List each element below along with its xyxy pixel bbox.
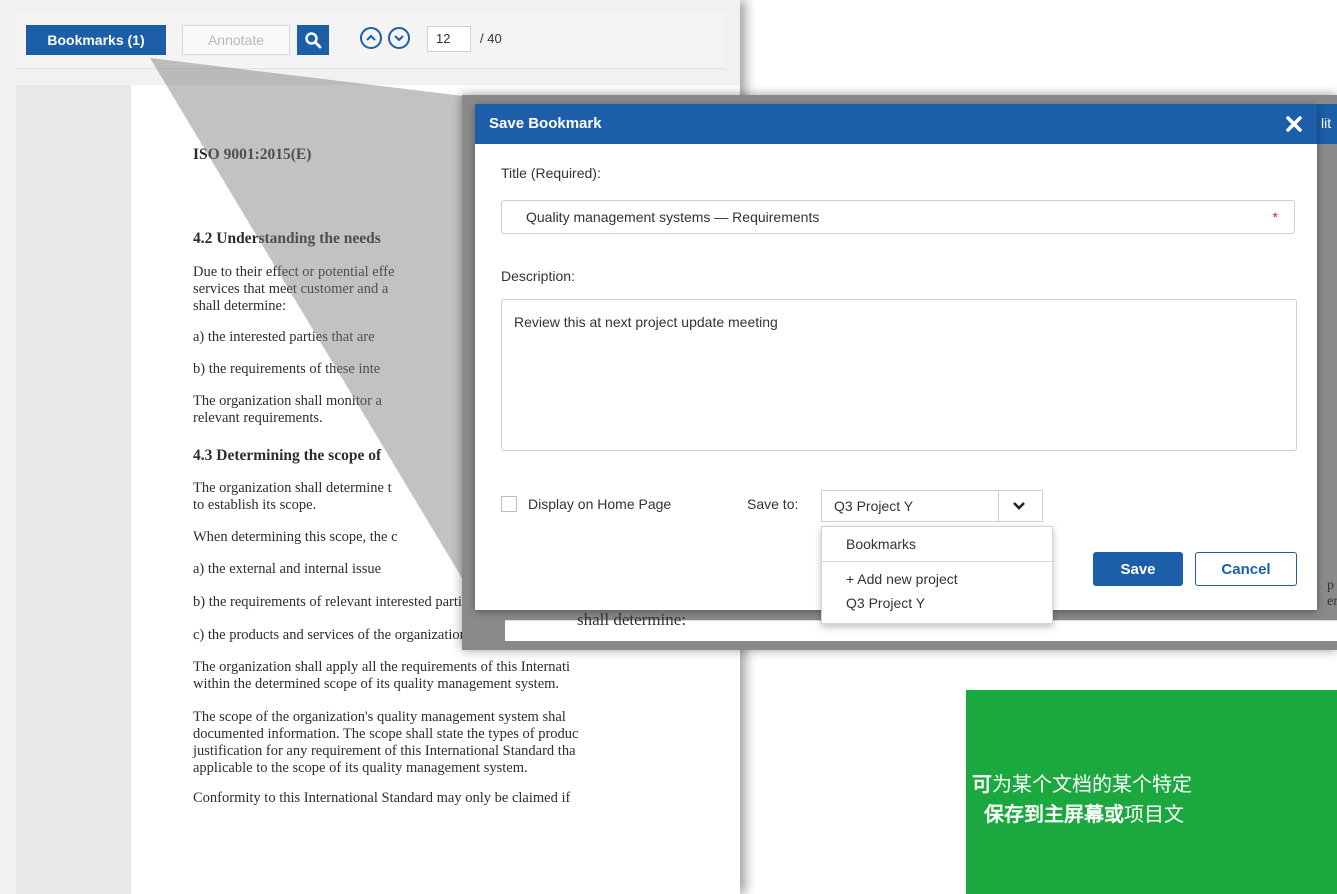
callout-bold: 保存到主屏幕 [984,802,1104,826]
callout-text: 项目文 [1124,802,1184,826]
display-home-checkbox[interactable] [501,496,517,512]
dropdown-divider [822,561,1052,562]
save-to-select[interactable]: Q3 Project Y [821,490,1043,522]
callout-text: 为某个文档的某个特定 [992,772,1192,796]
chevron-down-icon[interactable] [1012,499,1026,513]
dialog-header: Save Bookmark [475,104,1317,144]
description-textarea[interactable]: Review this at next project update meeti… [501,299,1297,451]
close-button[interactable] [1283,113,1305,135]
select-divider [998,491,999,521]
description-label: Description: [501,268,575,284]
save-bookmark-dialog: Save Bookmark Title (Required): Quality … [475,104,1317,624]
dialog-title: Save Bookmark [489,115,602,132]
underlying-text-fragment: er [1327,594,1337,609]
display-home-label: Display on Home Page [528,496,672,512]
dropdown-option-q3-project-y[interactable]: Q3 Project Y [846,595,925,611]
callout-line-1: 可为某个文档的某个特定 [972,768,1192,797]
callout-line-2: 保存到主屏幕或项目文 [984,798,1184,827]
dropdown-option-add-project[interactable]: + Add new project [846,571,958,587]
callout-bold: 可 [972,772,992,796]
required-marker: * [1272,209,1278,225]
underlying-text-fragment: p [1327,578,1334,593]
save-to-label: Save to: [747,496,799,512]
title-label: Title (Required): [501,165,601,181]
title-input[interactable]: Quality management systems — Requirement… [501,200,1295,234]
save-to-value: Q3 Project Y [834,498,914,514]
callout-box: 可为某个文档的某个特定 保存到主屏幕或项目文 [966,690,1337,894]
save-to-dropdown: Bookmarks + Add new project Q3 Project Y [821,526,1053,624]
title-input-value: Quality management systems — Requirement… [526,209,820,225]
underlying-text: shall determine: [577,610,687,629]
underlying-title-fragment: lit [1321,115,1332,131]
dropdown-option-bookmarks[interactable]: Bookmarks [846,536,916,552]
close-icon [1286,116,1302,132]
save-button[interactable]: Save [1093,552,1183,586]
callout-bold: 或 [1104,802,1124,826]
cancel-button[interactable]: Cancel [1195,552,1297,586]
